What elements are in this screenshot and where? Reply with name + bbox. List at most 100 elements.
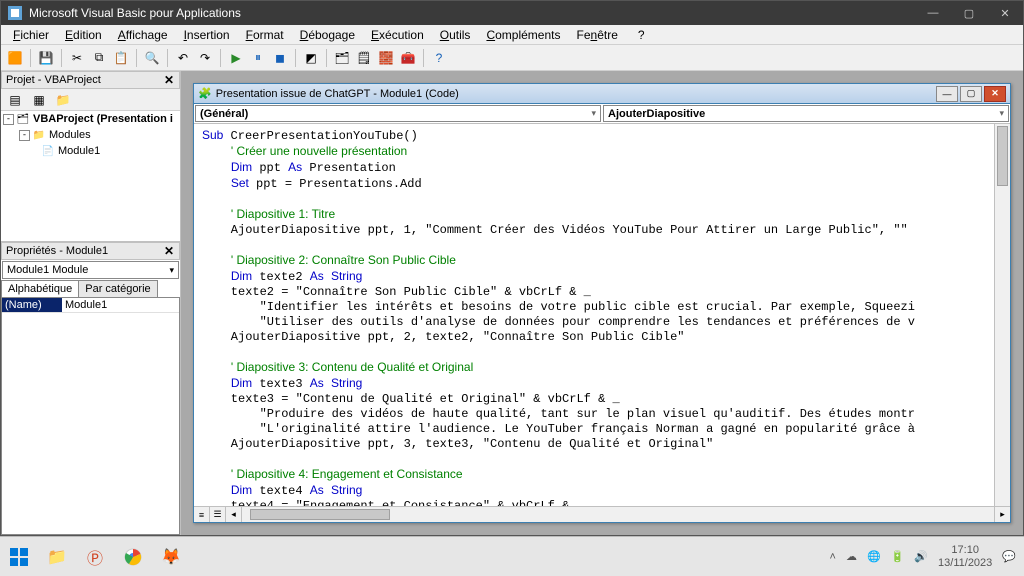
reset-icon[interactable]: ◼ — [270, 48, 290, 68]
modules-folder-label: Modules — [49, 129, 91, 141]
copy-icon[interactable]: ⧉ — [89, 48, 109, 68]
code-close-button[interactable]: ✕ — [984, 86, 1006, 102]
menu-compléments[interactable]: Compléments — [478, 26, 568, 44]
tab-alphabetic[interactable]: Alphabétique — [1, 280, 79, 297]
properties-grid[interactable]: (Name) Module1 — [1, 297, 180, 535]
start-button[interactable] — [0, 537, 38, 576]
properties-object-select[interactable]: Module1 Module — [2, 261, 179, 279]
app-icon — [7, 5, 23, 21]
menu-?[interactable]: ? — [630, 26, 653, 44]
project-icon: 🗂 — [16, 112, 30, 126]
property-value-cell[interactable]: Module1 — [62, 298, 179, 312]
system-tray[interactable]: ˄ ☁ 🌐 🔋 🔊 17:10 13/11/2023 💬 — [822, 544, 1024, 568]
menu-fenêtre[interactable]: Fenêtre — [568, 26, 625, 44]
menu-edition[interactable]: Edition — [57, 26, 110, 44]
project-root-node[interactable]: - 🗂 VBAProject (Presentation i — [1, 111, 180, 127]
menu-outils[interactable]: Outils — [432, 26, 479, 44]
code-window-icon: 🧩 — [198, 87, 212, 100]
code-window: 🧩 Presentation issue de ChatGPT - Module… — [193, 83, 1011, 523]
close-button[interactable]: ✕ — [987, 1, 1023, 25]
procedure-view-icon[interactable]: ≡ — [194, 507, 210, 522]
expander-icon[interactable]: - — [19, 130, 30, 141]
project-close-icon[interactable]: ✕ — [161, 72, 177, 88]
hscroll-left-icon[interactable]: ◂ — [226, 507, 242, 522]
folder-icon: 📁 — [32, 128, 46, 142]
title-bar[interactable]: Microsoft Visual Basic pour Applications… — [1, 1, 1023, 25]
property-row[interactable]: (Name) Module1 — [2, 298, 179, 313]
run-icon[interactable]: ▶ — [226, 48, 246, 68]
expander-icon[interactable]: - — [3, 114, 14, 125]
menu-bar: FichierEditionAffichageInsertionFormatDé… — [1, 25, 1023, 45]
clock-date: 13/11/2023 — [938, 557, 992, 569]
project-explorer-icon[interactable]: 🗂 — [332, 48, 352, 68]
clock[interactable]: 17:10 13/11/2023 — [938, 544, 992, 568]
firefox-icon[interactable]: 🦊 — [152, 537, 190, 576]
project-tree[interactable]: - 🗂 VBAProject (Presentation i - 📁 Modul… — [1, 111, 180, 241]
undo-icon[interactable]: ↶ — [173, 48, 193, 68]
code-editor[interactable]: Sub CreerPresentationYouTube() ' Créer u… — [194, 124, 994, 506]
project-panel-title: Projet - VBAProject — [6, 74, 101, 86]
horizontal-scrollbar[interactable] — [242, 507, 994, 522]
project-root-label: VBAProject (Presentation i — [33, 113, 173, 125]
menu-affichage[interactable]: Affichage — [110, 26, 176, 44]
battery-icon[interactable]: 🔋 — [891, 550, 905, 563]
left-column: Projet - VBAProject ✕ ▤ ▦ 📁 - 🗂 VBAProje… — [1, 71, 181, 535]
network-icon[interactable]: 🌐 — [867, 550, 881, 563]
property-name-cell: (Name) — [2, 298, 62, 312]
object-browser-icon[interactable]: 🧱 — [376, 48, 396, 68]
help-icon[interactable]: ? — [429, 48, 449, 68]
sound-icon[interactable]: 🔊 — [914, 550, 928, 563]
redo-icon[interactable]: ↷ — [195, 48, 215, 68]
code-minimize-button[interactable]: — — [936, 86, 958, 102]
powerpoint-icon[interactable]: Ⓟ — [76, 537, 114, 576]
clock-time: 17:10 — [938, 544, 992, 556]
procedure-dropdown[interactable]: AjouterDiapositive — [603, 105, 1009, 122]
view-object-icon[interactable]: ▦ — [29, 90, 49, 110]
toolbar: 🟧 💾 ✂ ⧉ 📋 🔍 ↶ ↷ ▶ ⏸ ◼ ◩ 🗂 🗒 🧱 🧰 ? — [1, 45, 1023, 71]
file-explorer-icon[interactable]: 📁 — [38, 537, 76, 576]
modules-folder-node[interactable]: - 📁 Modules — [1, 127, 180, 143]
break-icon[interactable]: ⏸ — [248, 48, 268, 68]
menu-format[interactable]: Format — [238, 26, 292, 44]
toggle-folders-icon[interactable]: 📁 — [53, 90, 73, 110]
hscrollbar-thumb[interactable] — [250, 509, 390, 520]
taskbar[interactable]: 📁 Ⓟ 🦊 ˄ ☁ 🌐 🔋 🔊 17:10 13/11/2023 💬 — [0, 536, 1024, 576]
view-code-icon[interactable]: ▤ — [5, 90, 25, 110]
chrome-icon[interactable] — [114, 537, 152, 576]
properties-panel-title: Propriétés - Module1 — [6, 245, 108, 257]
menu-insertion[interactable]: Insertion — [176, 26, 238, 44]
properties-panel-header[interactable]: Propriétés - Module1 ✕ — [1, 242, 180, 260]
menu-exécution[interactable]: Exécution — [363, 26, 432, 44]
cut-icon[interactable]: ✂ — [67, 48, 87, 68]
scrollbar-thumb[interactable] — [997, 126, 1008, 186]
menu-fichier[interactable]: Fichier — [5, 26, 57, 44]
properties-panel: Propriétés - Module1 ✕ Module1 Module Al… — [1, 241, 180, 535]
properties-close-icon[interactable]: ✕ — [161, 243, 177, 259]
maximize-button[interactable]: ▢ — [951, 1, 987, 25]
menu-débogage[interactable]: Débogage — [292, 26, 363, 44]
tray-chevron-icon[interactable]: ˄ — [830, 551, 836, 563]
paste-icon[interactable]: 📋 — [111, 48, 131, 68]
project-panel-toolbar: ▤ ▦ 📁 — [1, 89, 180, 111]
hscroll-right-icon[interactable]: ▸ — [994, 507, 1010, 522]
minimize-button[interactable]: — — [915, 1, 951, 25]
design-mode-icon[interactable]: ◩ — [301, 48, 321, 68]
code-area-wrap: Sub CreerPresentationYouTube() ' Créer u… — [194, 124, 1010, 506]
main-area: Projet - VBAProject ✕ ▤ ▦ 📁 - 🗂 VBAProje… — [1, 71, 1023, 535]
onedrive-icon[interactable]: ☁ — [846, 550, 857, 563]
properties-icon[interactable]: 🗒 — [354, 48, 374, 68]
notifications-icon[interactable]: 💬 — [1002, 550, 1016, 563]
toolbox-icon[interactable]: 🧰 — [398, 48, 418, 68]
code-dropdown-row: (Général) AjouterDiapositive — [194, 104, 1010, 124]
view-ppt-icon[interactable]: 🟧 — [5, 48, 25, 68]
tab-category[interactable]: Par catégorie — [78, 280, 157, 297]
project-panel-header[interactable]: Projet - VBAProject ✕ — [1, 71, 180, 89]
vertical-scrollbar[interactable] — [994, 124, 1010, 506]
object-dropdown[interactable]: (Général) — [195, 105, 601, 122]
code-window-titlebar[interactable]: 🧩 Presentation issue de ChatGPT - Module… — [194, 84, 1010, 104]
code-maximize-button[interactable]: ▢ — [960, 86, 982, 102]
find-icon[interactable]: 🔍 — [142, 48, 162, 68]
module-node[interactable]: 📄 Module1 — [1, 143, 180, 159]
full-module-view-icon[interactable]: ☰ — [210, 507, 226, 522]
save-icon[interactable]: 💾 — [36, 48, 56, 68]
